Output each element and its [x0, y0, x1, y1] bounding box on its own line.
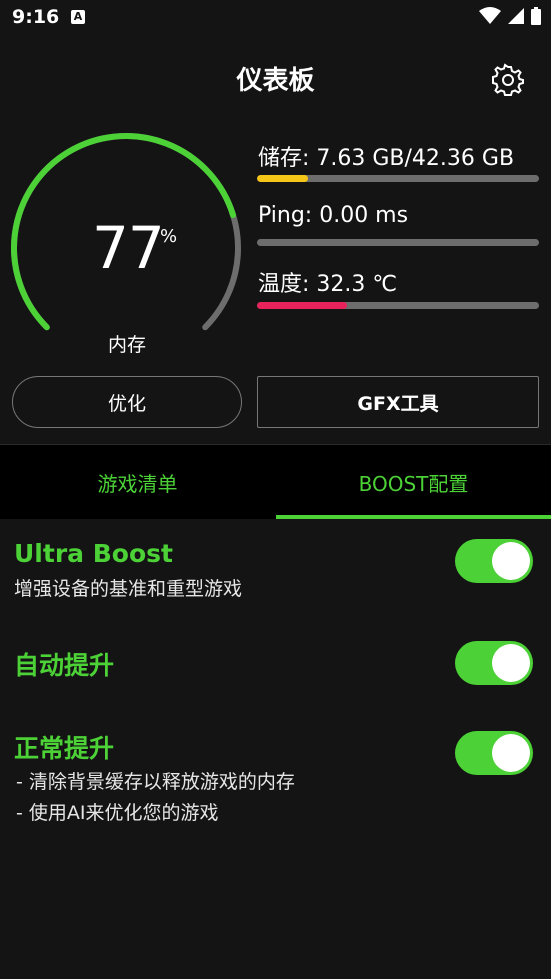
ping-bar: [257, 239, 539, 246]
status-icons: [479, 7, 541, 25]
toggle-knob: [492, 734, 530, 772]
page-title: 仪表板: [236, 66, 315, 96]
temperature-label: 温度: 32.3 ℃: [258, 272, 398, 297]
storage-bar-fill: [257, 175, 308, 182]
memory-percent-unit: %: [160, 226, 178, 247]
auto-boost-toggle[interactable]: [455, 641, 533, 685]
tab-game-list[interactable]: 游戏清单: [0, 445, 275, 519]
auto-boost-title: 自动提升: [14, 651, 115, 680]
storage-bar: [257, 175, 539, 182]
gear-icon: [492, 63, 524, 96]
ultra-boost-title: Ultra Boost: [14, 539, 173, 568]
active-tab-indicator: [276, 515, 551, 519]
ultra-boost-description: 增强设备的基准和重型游戏: [14, 578, 243, 600]
temperature-bar: [257, 302, 539, 309]
ping-label: Ping: 0.00 ms: [258, 203, 409, 228]
temperature-bar-fill: [257, 302, 348, 309]
normal-boost-toggle[interactable]: [455, 731, 533, 775]
tab-boost-config[interactable]: BOOST配置: [276, 445, 551, 519]
ultra-boost-toggle[interactable]: [455, 539, 533, 583]
memory-label: 内存: [107, 334, 146, 356]
memory-percent-value: 77: [92, 214, 165, 282]
status-time: 9:16: [12, 6, 60, 28]
toggle-knob: [492, 542, 530, 580]
notification-icon: A: [71, 10, 85, 24]
settings-button[interactable]: [490, 62, 526, 98]
normal-boost-title: 正常提升: [14, 734, 115, 763]
normal-boost-bullet-2: - 使用AI来优化您的游戏: [16, 802, 219, 824]
toggle-knob: [492, 644, 530, 682]
storage-label: 储存: 7.63 GB/42.36 GB: [258, 146, 515, 171]
wifi-icon: [479, 7, 501, 24]
optimize-button[interactable]: 优化: [12, 376, 242, 428]
signal-icon: [508, 8, 524, 24]
gfx-tool-button[interactable]: GFX工具: [257, 376, 539, 428]
normal-boost-bullet-1: - 清除背景缓存以释放游戏的内存: [16, 771, 295, 793]
battery-icon: [531, 7, 541, 25]
